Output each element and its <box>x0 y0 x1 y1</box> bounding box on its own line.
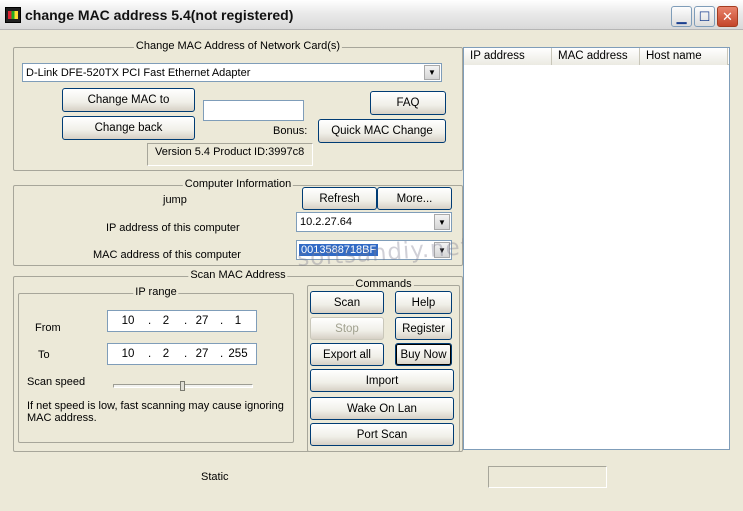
ip-address-select[interactable]: 10.2.27.64 ▼ <box>296 212 452 232</box>
network-card-group-title: Change MAC Address of Network Card(s) <box>133 40 343 52</box>
results-list-header: IP address MAC address Host name <box>464 48 729 65</box>
to-octet-3: 27 <box>195 348 209 360</box>
column-mac-address[interactable]: MAC address <box>552 48 640 65</box>
import-button[interactable]: Import <box>310 369 454 392</box>
close-button[interactable]: ✕ <box>717 6 738 27</box>
ip-address-value: 10.2.27.64 <box>300 216 352 228</box>
adapter-select[interactable]: D-Link DFE-520TX PCI Fast Ethernet Adapt… <box>22 63 442 82</box>
computer-info-group-title: Computer Information <box>182 178 294 190</box>
chevron-down-icon[interactable]: ▼ <box>424 65 440 80</box>
window-title: change MAC address 5.4(not registered) <box>25 7 294 23</box>
scan-speed-label: Scan speed <box>27 376 86 388</box>
to-octet-1: 10 <box>121 348 135 360</box>
scan-button[interactable]: Scan <box>310 291 384 314</box>
to-octet-4: 255 <box>228 348 248 360</box>
register-button[interactable]: Register <box>395 317 452 340</box>
to-octet-2: 2 <box>162 348 170 360</box>
help-button[interactable]: Help <box>395 291 452 314</box>
from-label: From <box>35 322 61 334</box>
mac-address-select[interactable]: 0013588718BF ▼ <box>296 240 452 260</box>
mac-address-label: MAC address of this computer <box>93 249 241 261</box>
minimize-icon: ▁ <box>676 9 687 24</box>
scan-note-line2: MAC address. <box>27 412 97 424</box>
bonus-label: Bonus: <box>273 125 308 137</box>
from-octet-4: 1 <box>234 315 242 327</box>
new-mac-input[interactable] <box>203 100 304 121</box>
port-scan-button[interactable]: Port Scan <box>310 423 454 446</box>
scan-group-title: Scan MAC Address <box>188 269 288 281</box>
app-icon[interactable] <box>5 7 21 23</box>
maximize-icon: ☐ <box>698 9 711 24</box>
version-panel: Version 5.4 Product ID:3997c8 <box>147 143 313 166</box>
from-octet-2: 2 <box>162 315 170 327</box>
adapter-select-value: D-Link DFE-520TX PCI Fast Ethernet Adapt… <box>26 66 251 79</box>
version-text: Version 5.4 Product ID:3997c8 <box>155 146 305 158</box>
to-label: To <box>38 349 50 361</box>
chevron-down-icon[interactable]: ▼ <box>434 242 450 258</box>
export-all-button[interactable]: Export all <box>310 343 384 366</box>
close-icon: ✕ <box>722 9 733 24</box>
change-back-button[interactable]: Change back <box>62 116 195 140</box>
column-host-name[interactable]: Host name <box>640 48 728 65</box>
faq-button[interactable]: FAQ <box>370 91 446 115</box>
status-text: Static <box>201 471 229 483</box>
scan-speed-thumb[interactable] <box>180 381 185 391</box>
more-button[interactable]: More... <box>377 187 452 210</box>
mac-address-value: 0013588718BF <box>299 244 379 256</box>
from-ip-input[interactable]: 10 . 2 . 27 . 1 <box>107 310 257 332</box>
maximize-button[interactable]: ☐ <box>694 6 715 27</box>
change-mac-button[interactable]: Change MAC to <box>62 88 195 112</box>
wake-on-lan-button[interactable]: Wake On Lan <box>310 397 454 420</box>
results-list[interactable]: IP address MAC address Host name <box>463 47 730 450</box>
column-ip-address[interactable]: IP address <box>464 48 552 65</box>
ip-address-label: IP address of this computer <box>106 222 240 234</box>
scan-note-line1: If net speed is low, fast scanning may c… <box>27 400 284 412</box>
jump-label: jump <box>163 194 187 206</box>
from-octet-1: 10 <box>121 315 135 327</box>
status-field <box>488 466 607 488</box>
ip-range-title: IP range <box>133 286 179 298</box>
stop-button[interactable]: Stop <box>310 317 384 340</box>
minimize-button[interactable]: ▁ <box>671 6 692 27</box>
buy-now-button[interactable]: Buy Now <box>395 343 452 366</box>
chevron-down-icon[interactable]: ▼ <box>434 214 450 230</box>
title-bar[interactable]: change MAC address 5.4(not registered) ▁… <box>0 0 743 30</box>
from-octet-3: 27 <box>195 315 209 327</box>
quick-mac-change-button[interactable]: Quick MAC Change <box>318 119 446 143</box>
refresh-button[interactable]: Refresh <box>302 187 377 210</box>
commands-group-title: Commands <box>353 278 414 290</box>
to-ip-input[interactable]: 10 . 2 . 27 . 255 <box>107 343 257 365</box>
